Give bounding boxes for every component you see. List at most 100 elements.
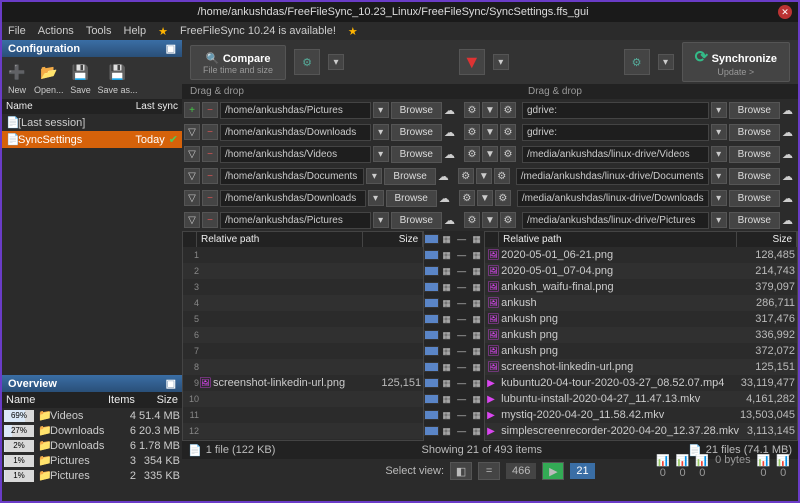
right-path-input[interactable]: /media/ankushdas/linux-drive/Documents	[516, 168, 709, 185]
right-path-input[interactable]: gdrive:	[522, 124, 709, 141]
checkbox-icon[interactable]	[424, 346, 439, 356]
checkbox-icon[interactable]	[424, 394, 439, 404]
filter-button[interactable]: ▼	[459, 49, 485, 75]
pair-settings-icon[interactable]: ⚙	[464, 102, 480, 118]
browse-button[interactable]: Browse	[729, 168, 780, 185]
remove-pair-button[interactable]: −	[202, 102, 218, 118]
cloud-icon[interactable]: ☁	[438, 170, 452, 183]
grid-row[interactable]: 🖼ankush png372,072	[485, 343, 797, 359]
sync-direction-row[interactable]: ▦—▦	[424, 359, 484, 375]
sync-direction-row[interactable]: ▦—▦	[424, 295, 484, 311]
remove-pair-button[interactable]: −	[202, 124, 218, 140]
expand-icon[interactable]: ▽	[184, 146, 200, 162]
cloud-icon[interactable]: ☁	[444, 148, 458, 161]
view-btn-2[interactable]: =	[478, 462, 500, 480]
pair-sync-icon[interactable]: ⚙	[500, 124, 516, 140]
left-path-input[interactable]: /home/ankushdas/Downloads	[220, 190, 366, 207]
grid-col-path-left[interactable]: Relative path	[197, 232, 363, 247]
left-path-input[interactable]: /home/ankushdas/Pictures	[220, 212, 371, 229]
grid-col-path-right[interactable]: Relative path	[499, 232, 737, 247]
grid-row[interactable]: 1	[183, 247, 423, 263]
new-button[interactable]: ➕New	[6, 61, 28, 95]
config-col-lastsync[interactable]: Last sync	[122, 99, 182, 114]
sync-direction-row[interactable]: ▦—▦	[424, 311, 484, 327]
browse-button[interactable]: Browse	[391, 124, 442, 141]
grid-row[interactable]: 3	[183, 279, 423, 295]
dropdown-icon[interactable]: ▾	[711, 212, 727, 228]
right-path-input[interactable]: gdrive:	[522, 102, 709, 119]
grid-row[interactable]: 10	[183, 391, 423, 407]
cloud-icon[interactable]: ☁	[439, 192, 453, 205]
browse-button[interactable]: Browse	[384, 168, 435, 185]
grid-row[interactable]: 2	[183, 263, 423, 279]
browse-button[interactable]: Browse	[391, 212, 442, 229]
cloud-icon[interactable]: ☁	[444, 126, 458, 139]
pair-filter-icon[interactable]: ▼	[482, 102, 498, 118]
browse-button[interactable]: Browse	[391, 102, 442, 119]
grid-row[interactable]: 🖼ankush png379,097	[485, 439, 797, 440]
sync-direction-row[interactable]: ▦—▦	[424, 263, 484, 279]
cloud-icon[interactable]: ☁	[782, 192, 796, 205]
dropdown-icon[interactable]: ▾	[373, 102, 389, 118]
update-notice[interactable]: FreeFileSync 10.24 is available!	[180, 25, 336, 37]
overview-row[interactable]: 1%📁Pictures3354 KB	[2, 453, 182, 468]
grid-row[interactable]: 9🖼screenshot-linkedin-url.png125,151	[183, 375, 423, 391]
dropdown-icon[interactable]: ▾	[711, 124, 727, 140]
dropdown-icon[interactable]: ▾	[658, 54, 674, 70]
compare-settings-button[interactable]: ⚙	[294, 49, 320, 75]
browse-button[interactable]: Browse	[729, 124, 780, 141]
view-btn-3[interactable]: ▶	[542, 462, 564, 480]
left-path-input[interactable]: /home/ankushdas/Pictures	[220, 102, 371, 119]
pair-filter-icon[interactable]: ▼	[482, 212, 498, 228]
remove-pair-button[interactable]: −	[202, 212, 218, 228]
dropdown-icon[interactable]: ▾	[373, 124, 389, 140]
dropdown-icon[interactable]: ▾	[373, 146, 389, 162]
grid-row[interactable]: 8	[183, 359, 423, 375]
cloud-icon[interactable]: ☁	[782, 126, 796, 139]
overview-row[interactable]: 1%📁Pictures2335 KB	[2, 468, 182, 483]
grid-row[interactable]: 🖼ankush286,711	[485, 295, 797, 311]
overview-col-items[interactable]: Items	[104, 392, 138, 408]
save-button[interactable]: 💾Save	[70, 61, 92, 95]
overview-row[interactable]: 2%📁Downloads61.78 MB	[2, 438, 182, 453]
left-path-input[interactable]: /home/ankushdas/Downloads	[220, 124, 371, 141]
sync-direction-row[interactable]: ▦—▦	[424, 407, 484, 423]
panel-close-icon[interactable]: ▣	[166, 377, 176, 390]
synchronize-button[interactable]: ⟳ Synchronize Update >	[682, 42, 790, 82]
grid-row[interactable]: ▶mystiq-2020-04-20_11.58.42.mkv13,503,04…	[485, 407, 797, 423]
grid-row[interactable]: 4	[183, 295, 423, 311]
overview-col-name[interactable]: Name	[2, 392, 104, 408]
pair-sync-icon[interactable]: ⚙	[500, 212, 516, 228]
pair-settings-icon[interactable]: ⚙	[458, 168, 474, 184]
add-pair-button[interactable]: +	[184, 102, 200, 118]
cloud-icon[interactable]: ☁	[444, 104, 458, 117]
browse-button[interactable]: Browse	[386, 190, 437, 207]
dropdown-icon[interactable]: ▾	[711, 190, 727, 206]
pair-filter-icon[interactable]: ▼	[477, 190, 493, 206]
dropdown-icon[interactable]: ▾	[368, 190, 384, 206]
checkbox-icon[interactable]	[424, 378, 439, 388]
expand-icon[interactable]: ▽	[184, 212, 200, 228]
menu-help[interactable]: Help	[124, 25, 147, 37]
checkbox-icon[interactable]	[424, 298, 439, 308]
close-icon[interactable]: ✕	[778, 5, 792, 19]
grid-row[interactable]: ▶lubuntu-install-2020-04-27_11.47.13.mkv…	[485, 391, 797, 407]
config-row[interactable]: 📄[Last session]	[2, 114, 182, 131]
menu-actions[interactable]: Actions	[38, 25, 74, 37]
dropdown-icon[interactable]: ▾	[711, 146, 727, 162]
expand-icon[interactable]: ▽	[184, 190, 200, 206]
pair-filter-icon[interactable]: ▼	[482, 146, 498, 162]
overview-col-size[interactable]: Size	[138, 392, 182, 408]
dropdown-icon[interactable]: ▾	[493, 54, 509, 70]
config-row[interactable]: 📄SyncSettingsToday✔	[2, 131, 182, 148]
grid-row[interactable]: 🖼2020-05-01_07-04.png214,743	[485, 263, 797, 279]
cloud-icon[interactable]: ☁	[782, 148, 796, 161]
sync-direction-row[interactable]: ▦—▦	[424, 343, 484, 359]
cloud-icon[interactable]: ☁	[444, 214, 458, 227]
checkbox-icon[interactable]	[424, 330, 439, 340]
pair-filter-icon[interactable]: ▼	[482, 124, 498, 140]
grid-row[interactable]: 🖼2020-05-01_06-21.png128,485	[485, 247, 797, 263]
checkbox-icon[interactable]	[424, 362, 439, 372]
sync-direction-row[interactable]: ▦—▦	[424, 391, 484, 407]
remove-pair-button[interactable]: −	[202, 190, 218, 206]
